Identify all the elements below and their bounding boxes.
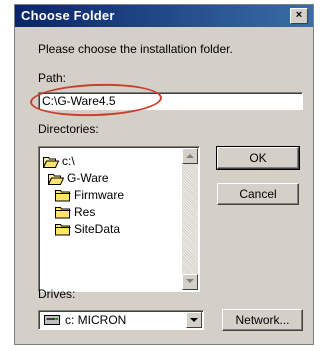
instruction-text: Please choose the installation folder. [38,42,233,56]
scroll-up-button[interactable] [182,148,198,164]
folder-icon [55,190,71,202]
ok-button[interactable]: OK [216,146,300,170]
title-bar[interactable]: Choose Folder × [15,5,313,27]
arrow-up-icon [186,154,194,158]
open-folder-icon [43,157,59,168]
arrow-down-icon [186,279,194,283]
open-folder-icon [48,174,64,185]
drives-label: Drives: [38,287,76,301]
dropdown-arrow-button[interactable] [186,312,202,328]
directories-list[interactable]: c:\ G-Ware Firmware Res SiteData [38,146,200,292]
scroll-down-button[interactable] [182,274,198,290]
chevron-down-icon [190,318,198,322]
annotation-circle [29,81,163,119]
cancel-button[interactable]: Cancel [217,183,299,205]
drives-dropdown[interactable]: c: MICRON [38,310,204,330]
folder-icon [55,224,71,236]
choose-folder-dialog: Choose Folder × Please choose the instal… [14,4,314,345]
drive-value: c: MICRON [65,313,127,327]
directories-label: Directories: [38,122,99,136]
folder-icon [55,207,71,219]
directories-scrollbar[interactable] [182,148,198,290]
close-button[interactable]: × [290,8,308,24]
dialog-title: Choose Folder [21,8,115,23]
path-label: Path: [38,71,67,85]
network-button[interactable]: Network... [222,309,303,331]
drive-icon [44,315,60,325]
